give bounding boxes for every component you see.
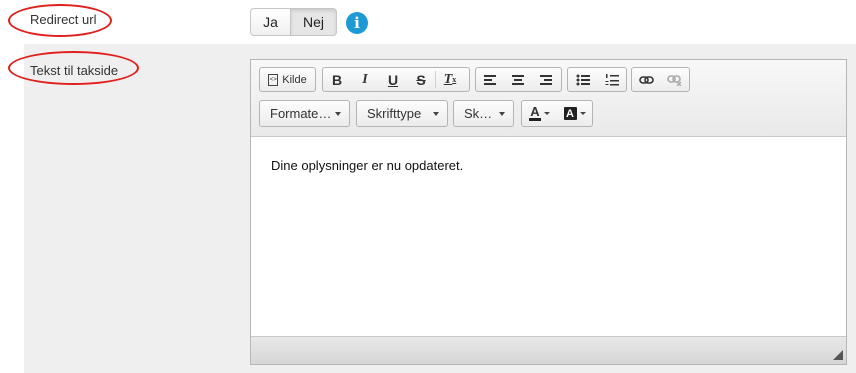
format-dropdown[interactable]: Formate… (259, 100, 350, 127)
editor-toolbar: <> Kilde B I U S Tx Formate… Skrifttype … (251, 60, 846, 137)
align-center-icon (512, 74, 524, 85)
background-color-button[interactable]: A (557, 101, 592, 126)
editor-content[interactable]: Dine oplysninger er nu opdateret. (271, 158, 463, 173)
align-left-button[interactable] (476, 68, 504, 91)
annotation-circle-page-text (8, 51, 139, 85)
remove-format-button[interactable]: Tx (436, 68, 464, 91)
text-color-button[interactable]: A (522, 101, 557, 126)
strikethrough-button[interactable]: S (407, 68, 435, 91)
text-color-icon: A (529, 104, 541, 121)
link-group (631, 67, 690, 92)
chevron-down-icon (335, 111, 341, 116)
align-left-icon (484, 74, 496, 85)
unlink-icon (667, 74, 682, 86)
underline-button[interactable]: U (379, 68, 407, 91)
nej-button[interactable]: Nej (291, 8, 337, 36)
italic-button[interactable]: I (351, 68, 379, 91)
font-dropdown[interactable]: Skrifttype (356, 100, 448, 127)
source-button[interactable]: <> Kilde (260, 68, 315, 91)
align-center-button[interactable] (504, 68, 532, 91)
chevron-down-icon (579, 112, 586, 115)
info-icon[interactable]: i (346, 12, 368, 34)
annotation-circle-redirect (8, 4, 112, 37)
source-doc-icon: <> (268, 73, 279, 86)
bulleted-list-button[interactable] (568, 68, 597, 91)
background-color-icon: A (563, 107, 577, 120)
numbered-list-icon (605, 73, 619, 85)
chevron-down-icon (543, 112, 550, 115)
size-dropdown[interactable]: Sk… (453, 100, 514, 127)
font-dropdown-label: Skrifttype (367, 106, 422, 121)
format-dropdown-label: Formate… (270, 106, 332, 121)
redirect-toggle: Ja Nej (250, 8, 337, 36)
align-right-icon (540, 74, 552, 85)
source-group: <> Kilde (259, 67, 316, 92)
bulleted-list-icon (576, 74, 590, 85)
rich-text-editor: <> Kilde B I U S Tx Formate… Skrifttype … (250, 59, 847, 365)
numbered-list-button[interactable] (597, 68, 626, 91)
bold-button[interactable]: B (323, 68, 351, 91)
unlink-button[interactable] (661, 68, 690, 91)
list-group (567, 67, 627, 92)
redirect-row (0, 0, 856, 44)
remove-format-icon: T (443, 71, 453, 87)
size-dropdown-label: Sk… (464, 106, 493, 121)
chevron-down-icon (499, 111, 505, 116)
align-group (475, 67, 562, 92)
resize-handle-icon[interactable] (833, 350, 843, 360)
link-button[interactable] (632, 68, 661, 91)
ja-button[interactable]: Ja (250, 8, 291, 36)
align-right-button[interactable] (532, 68, 560, 91)
editor-statusbar (251, 336, 846, 364)
link-icon (638, 75, 654, 84)
colors-group: A A (521, 100, 593, 127)
source-label: Kilde (282, 73, 307, 86)
basic-styles-group: B I U S Tx (322, 67, 470, 92)
chevron-down-icon (433, 111, 439, 116)
